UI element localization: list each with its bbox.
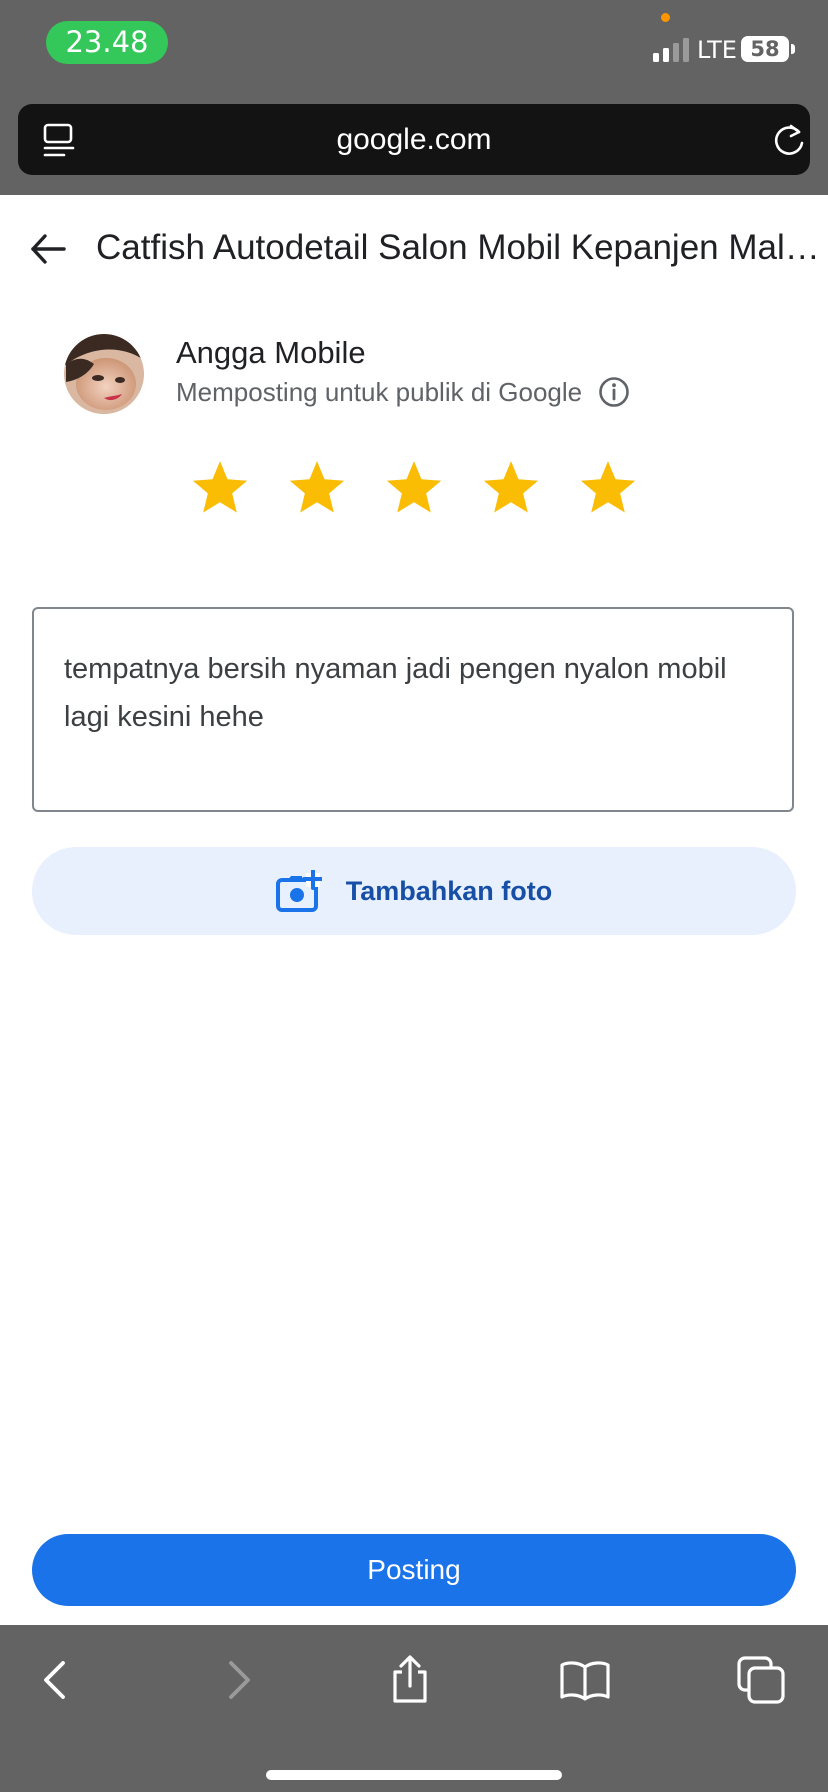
add-photo-camera-icon [275,870,322,912]
privacy-indicator-dot [661,13,670,22]
top-browser-chrome: 23.48 LTE 58 google.com [0,0,828,195]
share-icon[interactable] [385,1655,435,1705]
star-4-icon[interactable] [480,457,542,519]
forward-icon[interactable] [212,1655,262,1705]
add-photo-label: Tambahkan foto [345,875,553,906]
reload-icon[interactable] [772,122,806,158]
add-photo-button[interactable]: Tambahkan foto [32,847,796,935]
battery-level: 58 [741,36,789,62]
bookmarks-icon[interactable] [560,1655,610,1705]
network-type: LTE [697,36,737,64]
url-text[interactable]: google.com [18,104,810,175]
review-text[interactable]: tempatnya bersih nyaman jadi pengen nyal… [64,645,764,741]
star-1-icon[interactable] [189,457,251,519]
battery-cap [791,44,795,54]
posting-note: Memposting untuk publik di Google [176,374,630,410]
star-3-icon[interactable] [383,457,445,519]
tabs-icon[interactable] [736,1655,786,1705]
bottom-browser-toolbar [0,1625,828,1792]
star-5-icon[interactable] [577,457,639,519]
page-title: Catfish Autodetail Salon Mobil Kepanjen … [96,228,828,267]
home-indicator[interactable] [266,1770,562,1780]
posting-note-text: Memposting untuk publik di Google [176,377,583,407]
back-icon[interactable] [32,1655,82,1705]
star-2-icon[interactable] [286,457,348,519]
address-bar[interactable]: google.com [18,104,810,175]
avatar-image [64,334,144,414]
star-rating[interactable] [189,457,639,519]
back-arrow-icon[interactable] [28,229,68,269]
avatar [64,334,144,414]
info-icon[interactable] [598,376,630,408]
status-time[interactable]: 23.48 [46,21,168,64]
review-textarea[interactable]: tempatnya bersih nyaman jadi pengen nyal… [32,607,794,812]
post-button[interactable]: Posting [32,1534,796,1606]
cellular-signal-icon [653,38,689,62]
page-header: Catfish Autodetail Salon Mobil Kepanjen … [0,195,828,303]
user-name: Angga Mobile [176,335,366,370]
